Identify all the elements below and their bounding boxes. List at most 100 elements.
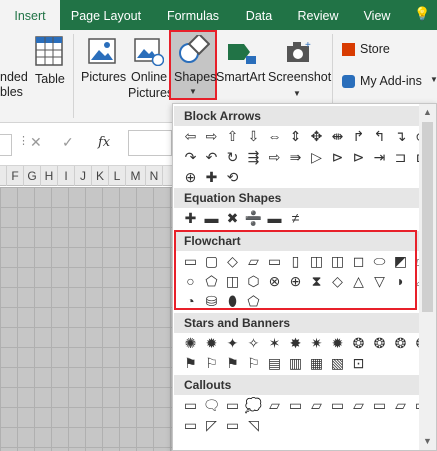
- shape-item[interactable]: ↷: [181, 148, 200, 166]
- shape-item[interactable]: ⇧: [223, 127, 242, 145]
- shape-item[interactable]: ▷: [307, 148, 326, 166]
- shape-item[interactable]: ◸: [202, 416, 221, 434]
- formula-input[interactable]: [128, 130, 172, 156]
- tab-view[interactable]: View: [355, 0, 399, 30]
- column-header-n[interactable]: N: [146, 166, 163, 186]
- name-box[interactable]: [0, 134, 12, 156]
- shape-item[interactable]: ⇔: [265, 127, 284, 145]
- shape-item[interactable]: ➗: [244, 209, 263, 227]
- shape-item[interactable]: ✦: [223, 334, 242, 352]
- shape-item[interactable]: ❂: [349, 334, 368, 352]
- shape-item[interactable]: ⚐: [244, 354, 263, 372]
- column-header-l[interactable]: L: [109, 166, 126, 186]
- shape-item[interactable]: ✺: [181, 334, 200, 352]
- smartart-button[interactable]: SmartArt: [216, 34, 268, 94]
- shape-item[interactable]: ▱: [307, 396, 326, 414]
- shape-item[interactable]: ↰: [370, 127, 389, 145]
- insert-function-icon[interactable]: fx: [98, 135, 110, 150]
- store-button[interactable]: Store: [340, 40, 435, 60]
- tab-formulas[interactable]: Formulas: [158, 0, 228, 30]
- my-addins-button[interactable]: My Add-ins ▼: [340, 72, 437, 92]
- shape-item[interactable]: ❂: [391, 334, 410, 352]
- shape-item[interactable]: ▱: [391, 396, 410, 414]
- shape-item[interactable]: ⇨: [202, 127, 221, 145]
- shape-item[interactable]: ✚: [202, 168, 221, 186]
- shape-item[interactable]: ⇥: [370, 148, 389, 166]
- shape-item[interactable]: ▬: [202, 209, 221, 227]
- shape-item[interactable]: ▱: [265, 396, 284, 414]
- shape-item[interactable]: ⚐: [202, 354, 221, 372]
- pictures-button[interactable]: Pictures: [80, 34, 126, 94]
- shape-item[interactable]: ⚑: [181, 354, 200, 372]
- shape-item[interactable]: ✧: [244, 334, 263, 352]
- shape-item[interactable]: ▥: [286, 354, 305, 372]
- shape-item[interactable]: ▭: [223, 396, 242, 414]
- scrollbar-thumb[interactable]: [422, 122, 433, 312]
- shape-item[interactable]: ✸: [286, 334, 305, 352]
- column-header-j[interactable]: J: [75, 166, 92, 186]
- shape-item[interactable]: ⇕: [286, 127, 305, 145]
- shape-item[interactable]: ▭: [370, 396, 389, 414]
- column-header-f[interactable]: F: [7, 166, 24, 186]
- shape-item[interactable]: ⇛: [286, 148, 305, 166]
- shape-item[interactable]: ⇩: [244, 127, 263, 145]
- lightbulb-icon[interactable]: 💡: [414, 6, 430, 24]
- column-header-k[interactable]: K: [92, 166, 109, 186]
- shape-item[interactable]: ▭: [223, 416, 242, 434]
- shape-item[interactable]: ⇦: [181, 127, 200, 145]
- shape-item[interactable]: ✥: [307, 127, 326, 145]
- shape-item[interactable]: ✹: [202, 334, 221, 352]
- shape-item[interactable]: ▤: [265, 354, 284, 372]
- shape-item[interactable]: ▭: [328, 396, 347, 414]
- shape-item[interactable]: ▱: [349, 396, 368, 414]
- shape-item[interactable]: ⟲: [223, 168, 242, 186]
- shape-item[interactable]: ▧: [328, 354, 347, 372]
- shape-item[interactable]: ❂: [370, 334, 389, 352]
- shape-item[interactable]: ✖: [223, 209, 242, 227]
- shape-item[interactable]: ↻: [223, 148, 242, 166]
- shape-item[interactable]: ≠: [286, 209, 305, 227]
- shape-item[interactable]: ✹: [328, 334, 347, 352]
- column-header-m[interactable]: M: [126, 166, 146, 186]
- shape-item[interactable]: ⊳: [328, 148, 347, 166]
- shape-item[interactable]: ⚑: [223, 354, 242, 372]
- column-header-h[interactable]: H: [41, 166, 58, 186]
- shape-item[interactable]: ▬: [265, 209, 284, 227]
- shape-item[interactable]: ↶: [202, 148, 221, 166]
- shape-item[interactable]: ▭: [181, 396, 200, 414]
- shape-item[interactable]: ◹: [244, 416, 263, 434]
- shape-item[interactable]: ⇶: [244, 148, 263, 166]
- shape-item[interactable]: ▭: [286, 396, 305, 414]
- shape-item[interactable]: ⊐: [391, 148, 410, 166]
- shape-item[interactable]: ⊳: [349, 148, 368, 166]
- shape-item[interactable]: ⊡: [349, 354, 368, 372]
- cancel-icon[interactable]: ✕: [30, 134, 42, 151]
- shape-item[interactable]: ✚: [181, 209, 200, 227]
- tab-review[interactable]: Review: [290, 0, 346, 30]
- screenshot-button[interactable]: + Screenshot ▼: [268, 34, 331, 104]
- enter-icon[interactable]: ✓: [62, 134, 74, 151]
- online-pictures-button[interactable]: Online Pictures: [128, 34, 173, 104]
- shape-item[interactable]: 🗨: [202, 396, 221, 414]
- tab-page-layout[interactable]: Page Layout: [64, 0, 148, 30]
- column-header-i[interactable]: I: [58, 166, 75, 186]
- shape-item[interactable]: ✶: [265, 334, 284, 352]
- shape-item[interactable]: ↱: [349, 127, 368, 145]
- shapes-button[interactable]: Shapes ▼: [169, 30, 217, 100]
- shape-item[interactable]: 💭: [244, 396, 263, 414]
- shape-item[interactable]: ▦: [307, 354, 326, 372]
- gallery-scrollbar[interactable]: ▲ ▼: [419, 104, 436, 450]
- shape-item[interactable]: ✷: [307, 334, 326, 352]
- tab-data[interactable]: Data: [236, 0, 282, 30]
- shape-item[interactable]: ⊕: [181, 168, 200, 186]
- column-header[interactable]: [0, 166, 7, 186]
- table-button[interactable]: Table: [31, 34, 69, 94]
- tab-insert[interactable]: Insert: [0, 0, 60, 30]
- scroll-up-icon[interactable]: ▲: [423, 107, 432, 117]
- shape-item[interactable]: ⇼: [328, 127, 347, 145]
- shape-item[interactable]: ⇨: [265, 148, 284, 166]
- column-header-g[interactable]: G: [24, 166, 41, 186]
- scroll-down-icon[interactable]: ▼: [423, 436, 432, 446]
- shape-item[interactable]: ▭: [181, 416, 200, 434]
- shape-item[interactable]: ↴: [391, 127, 410, 145]
